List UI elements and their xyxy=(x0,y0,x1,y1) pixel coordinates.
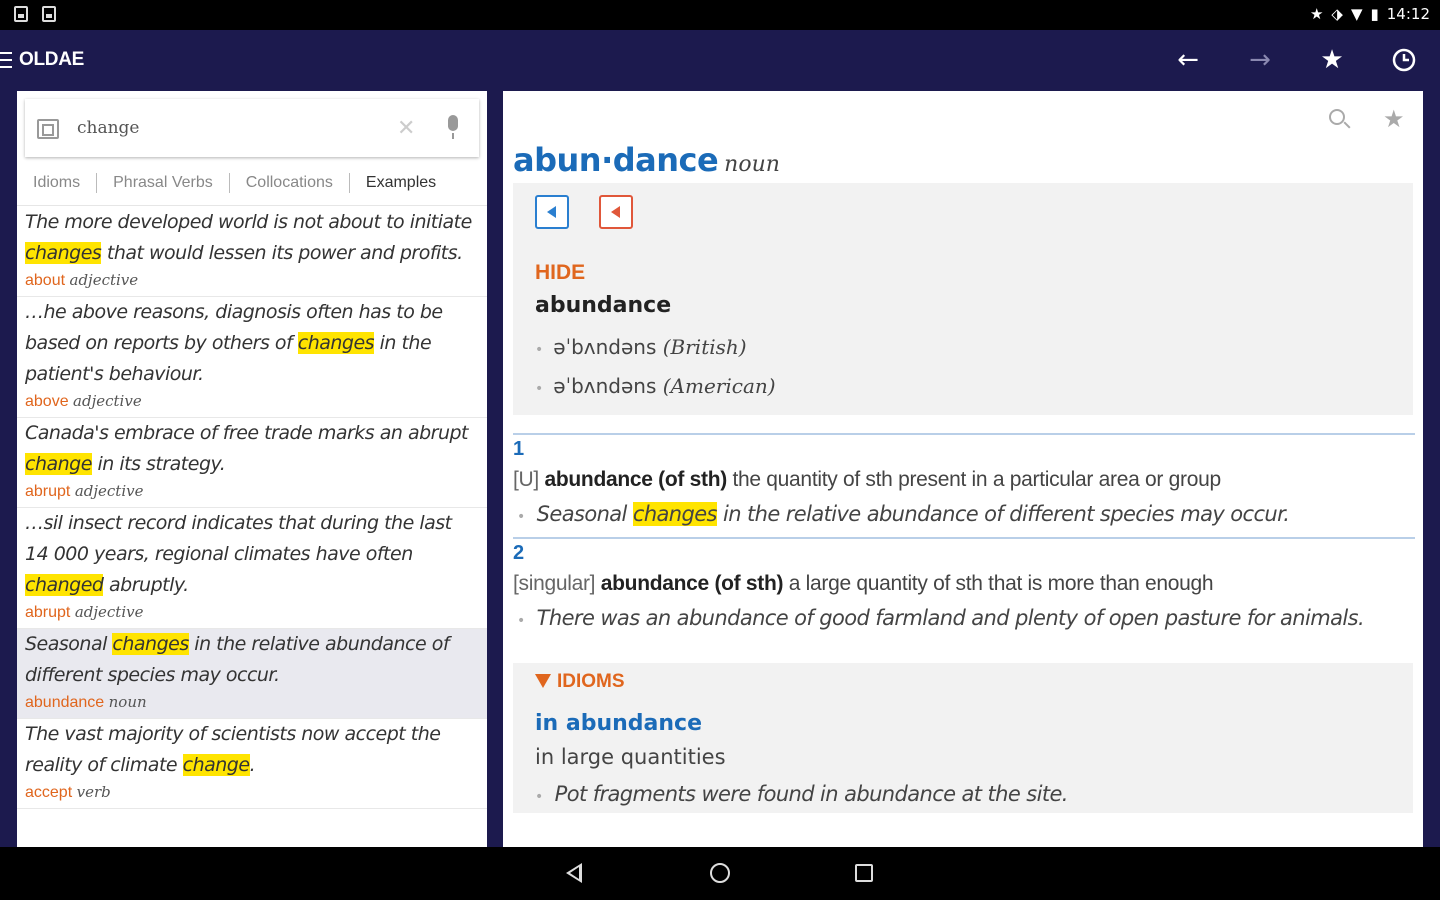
pronunciation-list: əˈbʌndəns (British) əˈbʌndəns (American) xyxy=(535,329,776,407)
wifi-icon: ▼ xyxy=(1350,5,1363,23)
entry-headword: abundance xyxy=(25,694,105,711)
entry-pos: adjective xyxy=(74,603,144,621)
entry-header: abun·dance noun xyxy=(513,141,780,179)
list-item[interactable]: The more developed world is not about to… xyxy=(17,207,487,297)
idiom-example: Pot fragments were found in abundance at… xyxy=(531,777,1069,814)
pronunciation-item: əˈbʌndəns (British) xyxy=(535,329,776,368)
list-item[interactable]: …sil insect record indicates that during… xyxy=(17,508,487,629)
triangle-down-icon xyxy=(535,674,551,688)
example-sentence: …he above reasons, diagnosis often has t… xyxy=(25,301,443,385)
entry-headword: about xyxy=(25,272,66,289)
result-tabs: Idioms Phrasal Verbs Collocations Exampl… xyxy=(17,163,487,203)
list-item[interactable]: The vast majority of scientists now acce… xyxy=(17,719,487,809)
sense-definition: [U] abundance (of sth) the quantity of s… xyxy=(513,468,1221,491)
pronunciation-word: abundance xyxy=(535,293,672,318)
results-list: The more developed world is not about to… xyxy=(17,207,487,809)
favorite-star-icon[interactable]: ★ xyxy=(1316,44,1348,76)
status-bar: ★ ⬗ ▼ ▮ 14:12 xyxy=(0,0,1440,30)
tab-examples[interactable]: Examples xyxy=(350,174,452,192)
battery-icon: ▮ xyxy=(1370,5,1379,23)
british-audio-button[interactable] xyxy=(535,195,569,229)
example-sentence: The more developed world is not about to… xyxy=(25,211,472,264)
sense-definition: [singular] abundance (of sth) a large qu… xyxy=(513,572,1214,595)
divider xyxy=(17,205,487,206)
entry-pos: adjective xyxy=(69,271,139,289)
list-item[interactable]: Canada's embrace of free trade marks an … xyxy=(17,418,487,508)
app-bar: OLDAE ← → ★ xyxy=(0,30,1440,90)
forward-arrow-icon[interactable]: → xyxy=(1244,44,1276,76)
example-sentence: The vast majority of scientists now acce… xyxy=(25,723,441,776)
entry-pos: adjective xyxy=(74,482,144,500)
sense-2: 2 [singular] abundance (of sth) a large … xyxy=(513,537,1415,638)
example-sentence: Canada's embrace of free trade marks an … xyxy=(25,422,469,475)
idioms-section: IDIOMS in abundance in large quantities … xyxy=(513,663,1413,813)
scan-icon[interactable] xyxy=(37,119,59,139)
star-icon: ★ xyxy=(1309,5,1324,23)
back-icon[interactable] xyxy=(566,863,582,883)
search-input[interactable] xyxy=(77,113,397,143)
notification-icon xyxy=(42,6,56,22)
search-icon[interactable] xyxy=(1329,109,1345,125)
entry-headword: above xyxy=(25,393,69,410)
tab-idioms[interactable]: Idioms xyxy=(17,174,96,192)
pronunciation-box: HIDE abundance əˈbʌndəns (British) əˈbʌn… xyxy=(513,183,1413,415)
notification-icon xyxy=(14,6,28,22)
search-results-panel: ✕ Idioms Phrasal Verbs Collocations Exam… xyxy=(17,91,487,847)
entry-pos: noun xyxy=(724,152,780,177)
vibrate-icon: ⬗ xyxy=(1331,5,1343,23)
system-nav-bar xyxy=(0,847,1440,900)
tab-phrasal-verbs[interactable]: Phrasal Verbs xyxy=(97,174,229,192)
clear-icon[interactable]: ✕ xyxy=(397,115,415,141)
example-sentence: …sil insect record indicates that during… xyxy=(25,512,452,596)
sense-number: 2 xyxy=(513,542,525,564)
example-sentence: Seasonal changes in the relative abundan… xyxy=(25,633,450,686)
idioms-toggle[interactable]: IDIOMS xyxy=(535,671,625,693)
idiom-definition: in large quantities xyxy=(535,745,726,769)
tab-collocations[interactable]: Collocations xyxy=(230,174,349,192)
add-favorite-icon[interactable]: ★ xyxy=(1383,105,1405,133)
american-audio-button[interactable] xyxy=(599,195,633,229)
hide-toggle[interactable]: HIDE xyxy=(535,261,585,285)
entry-headword: accept xyxy=(25,784,73,801)
idiom-phrase: in abundance xyxy=(535,711,702,736)
search-box: ✕ xyxy=(25,99,479,157)
entry-headword: abrupt xyxy=(25,483,71,500)
status-time: 14:12 xyxy=(1386,5,1430,23)
sense-1: 1 [U] abundance (of sth) the quantity of… xyxy=(513,433,1415,534)
entry-pos: verb xyxy=(76,783,111,801)
recent-apps-icon[interactable] xyxy=(855,864,873,882)
home-icon[interactable] xyxy=(710,863,730,883)
sense-example: Seasonal changes in the relative abundan… xyxy=(513,497,1415,534)
history-icon[interactable] xyxy=(1388,44,1420,76)
menu-icon[interactable] xyxy=(0,52,12,68)
entry-pos: noun xyxy=(108,693,147,711)
list-item[interactable]: …he above reasons, diagnosis often has t… xyxy=(17,297,487,418)
list-item-selected[interactable]: Seasonal changes in the relative abundan… xyxy=(17,629,487,719)
app-title[interactable]: OLDAE xyxy=(19,49,84,71)
entry-panel: ★ abun·dancenoun HIDE abundance əˈbʌndən… xyxy=(503,91,1423,847)
sense-number: 1 xyxy=(513,438,525,460)
entry-pos: adjective xyxy=(73,392,142,410)
sense-example: There was an abundance of good farmland … xyxy=(513,601,1415,638)
entry-headword: abun·dance xyxy=(513,141,719,179)
back-arrow-icon[interactable]: ← xyxy=(1172,44,1204,76)
pronunciation-item: əˈbʌndəns (American) xyxy=(535,368,775,407)
entry-headword: abrupt xyxy=(25,604,71,621)
microphone-icon[interactable] xyxy=(443,113,463,143)
